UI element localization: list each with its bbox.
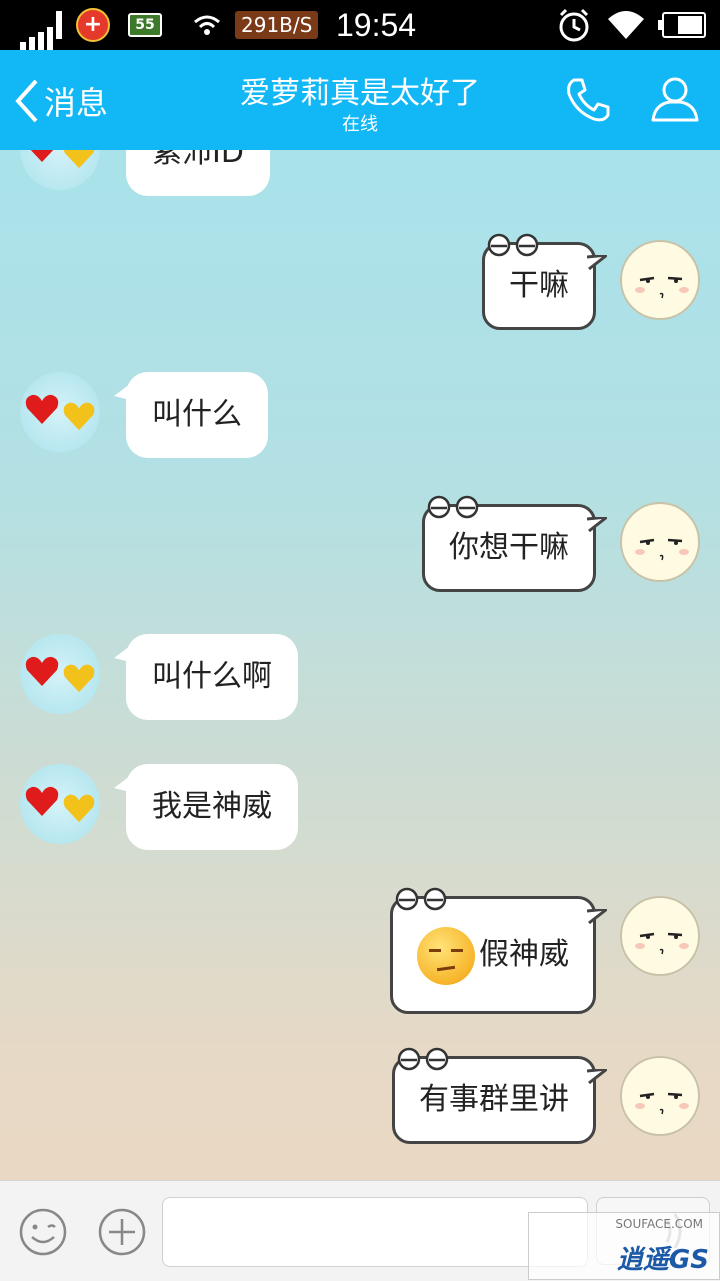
chat-title: 爱萝莉真是太好了	[240, 76, 480, 111]
my-avatar[interactable]	[620, 240, 700, 320]
online-status: 在线	[342, 114, 378, 135]
emoji-button[interactable]	[18, 1207, 68, 1261]
more-options-button[interactable]	[97, 1207, 147, 1261]
message-text: 我是神威	[152, 789, 272, 824]
message-text: 假神威	[479, 937, 569, 972]
unamused-face-icon	[417, 926, 475, 985]
my-avatar[interactable]	[620, 502, 700, 582]
contact-avatar[interactable]	[20, 634, 100, 714]
message-list[interactable]: 紫沛ID 干嘛 叫什么 你想干嘛 叫什么啊 我是神威 假神威 有事群里讲	[0, 150, 720, 1180]
bubble-tail	[587, 909, 607, 925]
message-text: 叫什么啊	[152, 659, 272, 694]
message-bubble-received[interactable]: 我是神威	[114, 764, 298, 850]
my-avatar[interactable]	[620, 1056, 700, 1136]
phone-icon[interactable]	[564, 76, 612, 128]
smile-icon	[19, 1208, 67, 1256]
network-speed: 291B/S	[235, 0, 319, 50]
bubble-tail	[587, 1069, 607, 1085]
watermark-logo: SOUFACE.COM 逍遥GS	[528, 1212, 720, 1280]
wifi-activity-icon	[192, 0, 222, 50]
bubble-eyes-decoration	[427, 495, 479, 519]
alarm-icon	[556, 0, 592, 50]
contact-profile-icon[interactable]	[650, 74, 700, 128]
bubble-eyes-decoration	[397, 1047, 449, 1071]
contact-avatar[interactable]	[20, 150, 100, 190]
message-text: 紫沛ID	[152, 150, 244, 170]
battery-icon	[658, 0, 706, 50]
message-bubble-received[interactable]: 叫什么啊	[114, 634, 298, 720]
bubble-tail	[587, 517, 607, 533]
bubble-eyes-decoration	[487, 233, 539, 257]
message-text: 有事群里讲	[419, 1082, 569, 1117]
signal-icon	[20, 0, 65, 50]
network-badge: 55	[128, 0, 162, 50]
message-bubble-received[interactable]: 紫沛ID	[126, 150, 270, 196]
message-bubble-sent[interactable]: 假神威	[390, 887, 607, 1014]
message-text: 叫什么	[152, 397, 242, 432]
bubble-eyes-decoration	[395, 887, 447, 911]
plus-icon	[98, 1208, 146, 1256]
message-bubble-sent[interactable]: 干嘛	[482, 233, 607, 330]
message-input[interactable]	[162, 1197, 588, 1267]
message-bubble-sent[interactable]: 你想干嘛	[422, 495, 607, 592]
wifi-icon	[606, 0, 646, 50]
message-text: 你想干嘛	[449, 530, 569, 565]
my-avatar[interactable]	[620, 896, 700, 976]
message-bubble-received[interactable]: 叫什么	[114, 372, 268, 458]
contact-avatar[interactable]	[20, 372, 100, 452]
status-bar: + 55 291B/S 19:54	[0, 0, 720, 50]
clock: 19:54	[336, 6, 417, 43]
message-text: 干嘛	[509, 268, 569, 303]
contact-avatar[interactable]	[20, 764, 100, 844]
app-notification-icon: +	[76, 0, 110, 50]
chat-header: 消息 爱萝莉真是太好了 在线	[0, 50, 720, 150]
message-bubble-sent[interactable]: 有事群里讲	[392, 1047, 607, 1144]
bubble-tail	[587, 255, 607, 271]
